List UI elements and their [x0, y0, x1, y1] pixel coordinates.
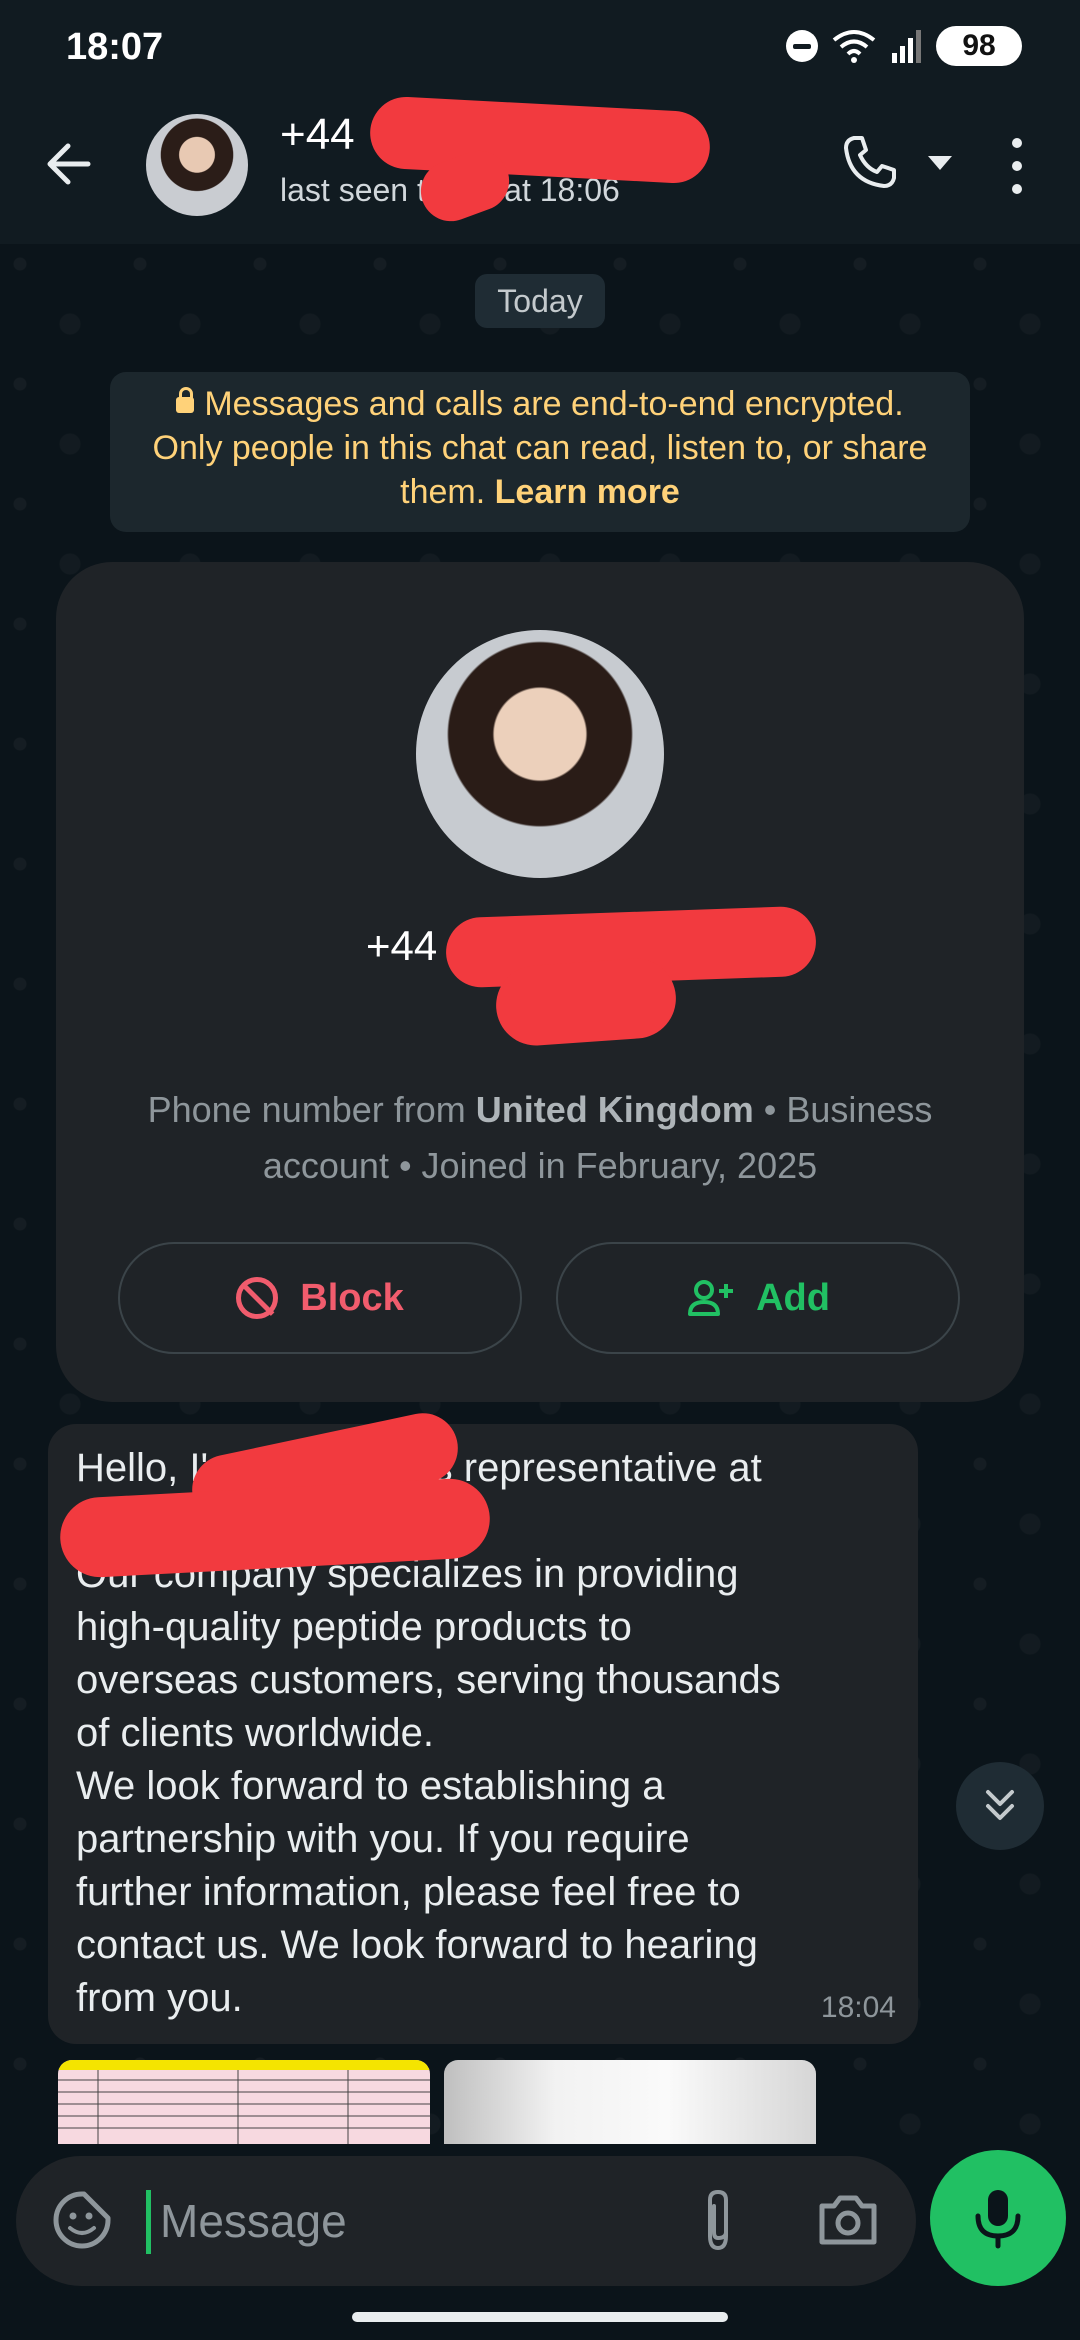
redaction-mark	[493, 955, 679, 1049]
camera-icon[interactable]	[816, 2190, 880, 2250]
mic-icon	[975, 2190, 1021, 2249]
date-label: Today	[475, 274, 605, 328]
profile-info: Phone number from United Kingdom • Busin…	[96, 1082, 984, 1194]
more-vert-icon[interactable]	[1002, 138, 1032, 194]
attach-icon[interactable]	[692, 2186, 744, 2256]
status-time: 18:07	[66, 26, 164, 68]
image-thumbnail[interactable]	[444, 2060, 816, 2144]
battery-level: 98	[962, 29, 996, 62]
message-composer: Message	[16, 2156, 916, 2286]
profile-info-prefix: Phone number from	[147, 1089, 476, 1130]
mic-button[interactable]	[930, 2150, 1066, 2286]
status-icons: 98	[786, 26, 1022, 66]
block-icon	[236, 1277, 279, 1319]
chat-area[interactable]: Today Messages and calls are end-to-end …	[0, 244, 1080, 2170]
learn-more-link[interactable]: Learn more	[495, 473, 680, 511]
status-bar: 18:07 98	[0, 0, 1080, 100]
add-person-icon	[688, 1280, 734, 1316]
battery-icon: 98	[936, 26, 1022, 66]
message-input[interactable]: Message	[160, 2194, 347, 2248]
scroll-down-button[interactable]	[956, 1762, 1044, 1850]
chevron-down-icon[interactable]	[928, 156, 952, 170]
chat-header: +44 last seen today at 18:06	[0, 95, 1080, 244]
add-contact-button[interactable]: Add	[556, 1242, 960, 1354]
text-cursor	[146, 2190, 151, 2254]
image-thumbnail[interactable]	[58, 2060, 430, 2144]
wifi-icon	[832, 30, 876, 63]
encryption-notice[interactable]: Messages and calls are end-to-end encryp…	[110, 372, 970, 532]
block-button[interactable]: Block	[118, 1242, 522, 1354]
profile-card: +44 Phone number from United Kingdom • B…	[56, 562, 1024, 1402]
profile-number: +44	[366, 922, 438, 969]
contact-avatar[interactable]	[146, 114, 248, 216]
double-chevron-down-icon	[986, 1790, 1014, 1820]
sticker-icon[interactable]	[50, 2188, 114, 2252]
dnd-icon	[786, 30, 818, 62]
add-label: Add	[756, 1276, 830, 1319]
profile-country: United Kingdom	[475, 1089, 754, 1130]
block-label: Block	[300, 1276, 404, 1319]
gesture-nav-bar[interactable]	[352, 2312, 728, 2322]
signal-icon	[892, 30, 921, 63]
back-arrow-icon[interactable]	[40, 134, 100, 194]
contact-name[interactable]: +44	[280, 110, 355, 160]
message-time: 18:04	[820, 1991, 896, 2024]
phone-icon[interactable]	[840, 132, 900, 192]
message-text: Our company specializes in providing hig…	[76, 1552, 781, 2020]
profile-avatar[interactable]	[416, 630, 664, 878]
lock-icon	[176, 387, 195, 413]
